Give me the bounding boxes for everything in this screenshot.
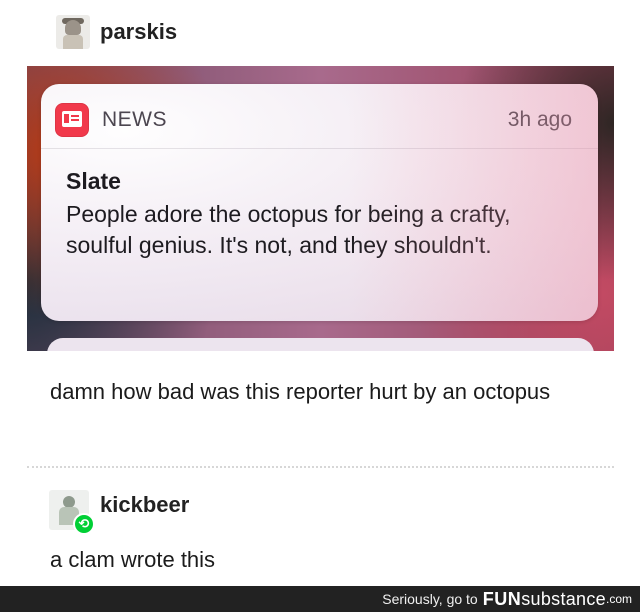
app-name: NEWS (102, 108, 167, 131)
watermark-bar: Seriously, go to FUN substance .com (0, 586, 640, 612)
notification-card: NEWS 3h ago Slate People adore the octop… (41, 84, 598, 321)
watermark-brand-substance: substance (521, 588, 606, 609)
watermark-text: Seriously, go to (382, 591, 478, 607)
notification-body: Slate People adore the octopus for being… (66, 168, 568, 261)
notification-headline: People adore the octopus for being a cra… (66, 201, 511, 258)
next-notification-card (47, 338, 594, 351)
notification-source: Slate (66, 168, 121, 194)
watermark-brand-com: .com (605, 592, 632, 606)
watermark-brand-fun: FUN (482, 588, 522, 609)
avatar[interactable] (56, 15, 90, 49)
notification-screenshot: NEWS 3h ago Slate People adore the octop… (27, 66, 614, 351)
post-comment: damn how bad was this reporter hurt by a… (50, 379, 551, 404)
username[interactable]: parskis (100, 19, 177, 45)
username[interactable]: kickbeer (100, 492, 189, 518)
notification-time: 3h ago (507, 108, 572, 131)
notification-header: NEWS 3h ago (55, 102, 572, 138)
news-app-icon (55, 103, 89, 137)
reblog-icon: ⟲ (73, 513, 95, 535)
divider (41, 148, 598, 149)
reply-text: a clam wrote this (50, 547, 216, 572)
divider (27, 466, 614, 468)
post-header: parskis (56, 14, 177, 50)
